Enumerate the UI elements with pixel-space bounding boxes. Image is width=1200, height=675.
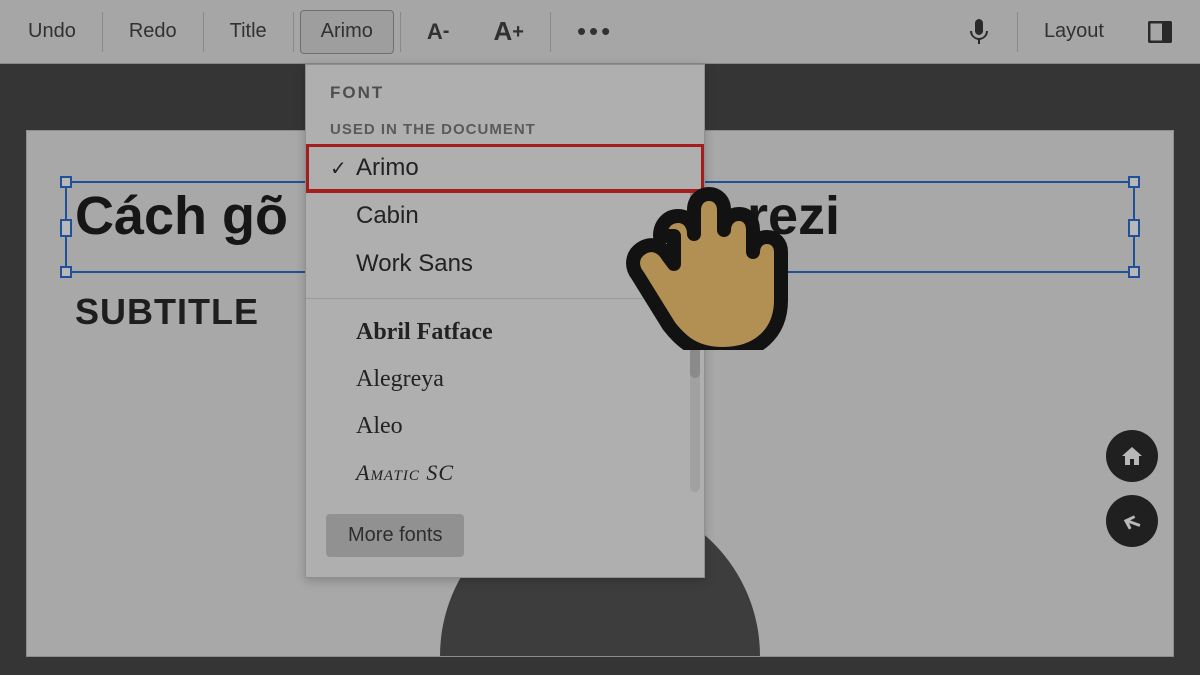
more-fonts-button[interactable]: More fonts <box>326 514 464 557</box>
back-arrow-icon <box>1119 508 1145 534</box>
voice-button[interactable] <box>947 10 1011 54</box>
font-item-label: Amatic SC <box>356 460 454 486</box>
font-item-amatic-sc[interactable]: Amatic SC <box>306 450 704 496</box>
resize-handle-br[interactable] <box>1128 266 1140 278</box>
separator <box>203 12 204 52</box>
home-button[interactable] <box>1106 430 1158 482</box>
resize-handle-tr[interactable] <box>1128 176 1140 188</box>
font-item-label: Cabin <box>356 202 419 230</box>
panel-icon <box>1148 21 1172 43</box>
resize-handle-tl[interactable] <box>60 176 72 188</box>
ellipsis-icon: ••• <box>577 16 613 47</box>
font-item-label: Arimo <box>356 154 419 182</box>
font-select-button[interactable]: Arimo <box>300 10 394 54</box>
check-icon: ✓ <box>330 156 356 181</box>
font-size-increase-button[interactable]: A+ <box>473 10 543 54</box>
separator <box>1017 12 1018 52</box>
toolbar: Undo Redo Title Arimo A- A+ ••• Layout <box>0 0 1200 64</box>
font-item-label: Abril Fatface <box>356 319 493 346</box>
undo-button[interactable]: Undo <box>8 10 96 54</box>
back-button[interactable] <box>1106 495 1158 547</box>
resize-handle-ml[interactable] <box>60 219 72 237</box>
title-style-button[interactable]: Title <box>210 10 287 54</box>
layout-button[interactable]: Layout <box>1024 10 1124 54</box>
font-section-used-label: USED IN THE DOCUMENT <box>306 113 704 144</box>
font-item-label: Alegreya <box>356 366 444 393</box>
mic-icon <box>967 18 991 46</box>
font-item-aleo[interactable]: Aleo <box>306 403 704 450</box>
panel-toggle-button[interactable] <box>1128 10 1192 54</box>
cursor-hand-icon <box>600 150 800 355</box>
more-options-button[interactable]: ••• <box>557 10 633 54</box>
separator <box>102 12 103 52</box>
font-item-alegreya[interactable]: Alegreya <box>306 356 704 403</box>
redo-button[interactable]: Redo <box>109 10 197 54</box>
subtitle-text[interactable]: SUBTITLE <box>75 291 259 333</box>
font-item-label: Work Sans <box>356 250 473 278</box>
home-icon <box>1120 444 1144 468</box>
resize-handle-mr[interactable] <box>1128 219 1140 237</box>
font-panel-header: FONT <box>306 65 704 113</box>
separator <box>293 12 294 52</box>
font-item-label: Aleo <box>356 413 403 440</box>
font-size-decrease-button[interactable]: A- <box>407 10 470 54</box>
font-increase-icon: A+ <box>493 16 523 47</box>
separator <box>550 12 551 52</box>
resize-handle-bl[interactable] <box>60 266 72 278</box>
font-decrease-icon: A- <box>427 19 450 45</box>
separator <box>400 12 401 52</box>
